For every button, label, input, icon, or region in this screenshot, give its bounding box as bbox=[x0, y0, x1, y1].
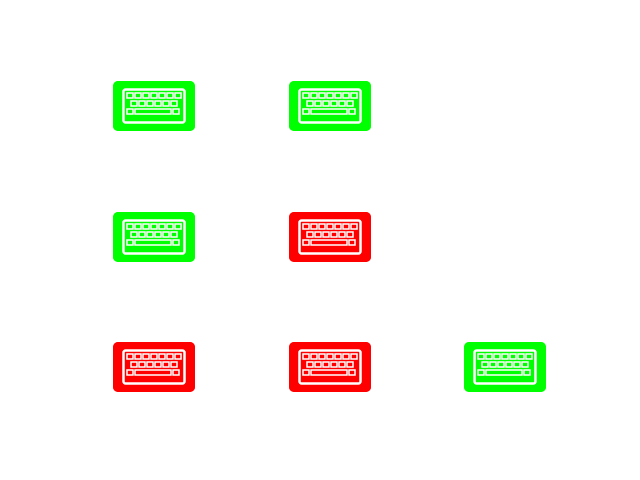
keyboard-button-r1c1[interactable] bbox=[113, 81, 195, 131]
keyboard-icon bbox=[289, 212, 371, 262]
keyboard-button-r3c1[interactable] bbox=[113, 342, 195, 392]
keyboard-icon bbox=[113, 342, 195, 392]
keyboard-icon bbox=[113, 81, 195, 131]
keyboard-icon bbox=[289, 342, 371, 392]
keyboard-button-r3c3[interactable] bbox=[464, 342, 546, 392]
keyboard-button-r1c2[interactable] bbox=[289, 81, 371, 131]
keyboard-icon bbox=[464, 342, 546, 392]
keyboard-icon bbox=[289, 81, 371, 131]
keyboard-button-r3c2[interactable] bbox=[289, 342, 371, 392]
keyboard-button-r2c2[interactable] bbox=[289, 212, 371, 262]
keyboard-grid bbox=[0, 0, 640, 480]
keyboard-icon bbox=[113, 212, 195, 262]
keyboard-button-r2c1[interactable] bbox=[113, 212, 195, 262]
